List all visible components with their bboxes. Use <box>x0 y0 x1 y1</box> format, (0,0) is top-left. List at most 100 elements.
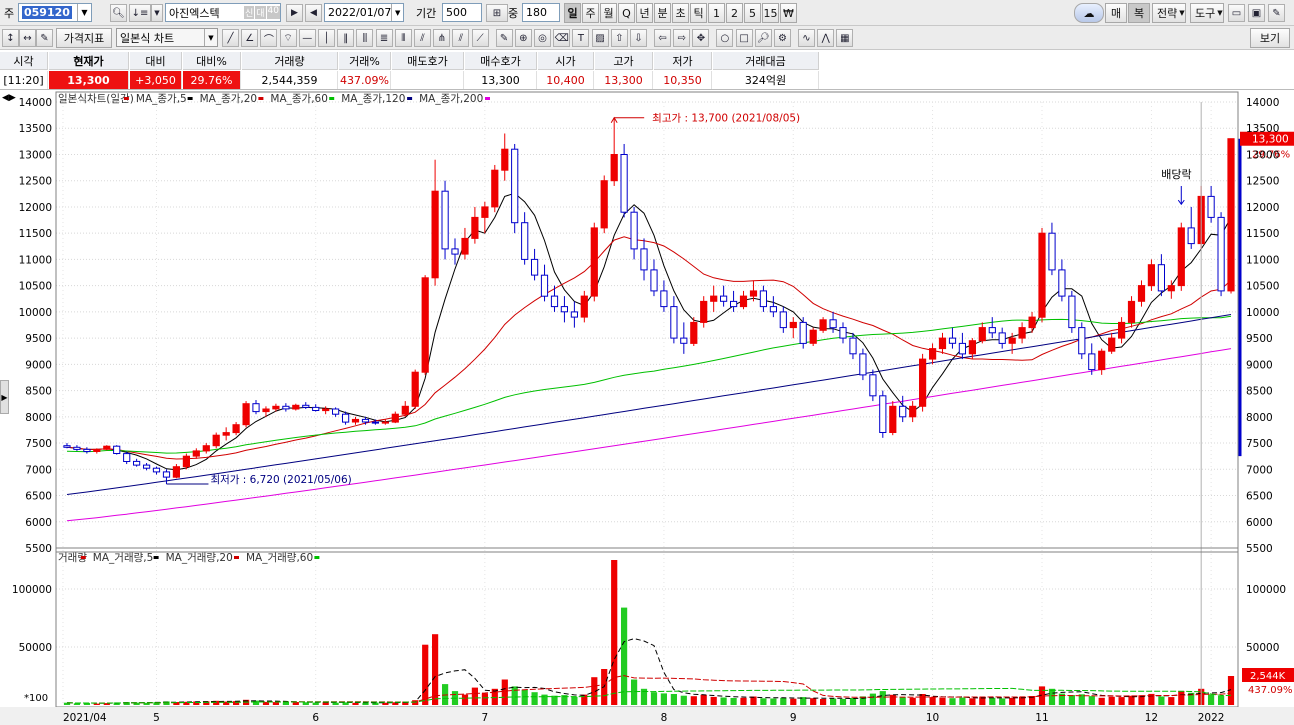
period-button-2[interactable]: 월 <box>600 3 617 23</box>
play-icon[interactable]: ▶ <box>286 4 303 22</box>
arrow-left-right-icon[interactable]: ↔ <box>19 29 36 47</box>
view-button[interactable]: 보기 <box>1250 28 1290 48</box>
pencil-icon[interactable]: ✎ <box>495 29 513 47</box>
candle-body <box>501 148 509 171</box>
buy-button[interactable]: 매 <box>1105 3 1127 23</box>
side-panel-toggle[interactable]: ▶ <box>0 380 9 414</box>
period-button-12[interactable]: ₩ <box>780 3 797 23</box>
chevron-down-icon[interactable]: ▼ <box>77 4 91 21</box>
period-button-11[interactable]: 15 <box>762 3 779 23</box>
magnify-icon[interactable]: 🔎︎ <box>754 29 772 47</box>
arrow-right-icon[interactable]: ⇨ <box>673 29 691 47</box>
price-chart[interactable]: 최고가 : 13,700 (2021/08/05) 최저가 : 6,720 (20… <box>0 90 1294 725</box>
candle-body <box>123 453 131 463</box>
period-button-7[interactable]: 틱 <box>690 3 707 23</box>
gann-fan-icon[interactable]: ⟋ <box>471 29 489 47</box>
arc-icon[interactable]: ⌒ <box>260 29 278 47</box>
cycle-icon[interactable]: ◎ <box>534 29 551 47</box>
date-field[interactable]: 2022/01/07 ▼ <box>324 3 404 22</box>
drawing-toolbar: ↕ ↔ ✎ 가격지표 일본식 차트 ▼ ╱ ∠ ⌒ ⌔ — │ ‖ ⫼ ≣ ⦀ ⫽ ⋔ ⫽ ⟋ ✎ ⊕ ◎ ⌫ T ▨… <box>0 26 1294 50</box>
last-volume-pct: 437.09% <box>1248 685 1293 696</box>
parallel-lines-icon[interactable]: ‖ <box>337 29 355 47</box>
save-icon[interactable]: ▣ <box>1248 4 1265 22</box>
period-button-1[interactable]: 주 <box>582 3 599 23</box>
wave-icon[interactable]: ∿ <box>798 29 815 47</box>
chevron-down-icon[interactable]: ▼ <box>151 4 163 22</box>
candle-body <box>630 211 638 250</box>
horizontal-line-icon[interactable]: — <box>298 29 316 47</box>
arrow-up-down-icon[interactable]: ↕ <box>2 29 19 47</box>
strategy-menu[interactable]: 전략 ▼ <box>1152 3 1186 23</box>
price-indicator-button[interactable]: 가격지표 <box>56 28 112 48</box>
badge-credit: 신 <box>243 6 255 19</box>
arrow-down-icon[interactable]: ⇩ <box>630 29 647 47</box>
volume-bar <box>1158 696 1165 705</box>
gear-icon[interactable]: ⚙ <box>774 29 791 47</box>
object-move-icon[interactable]: ✥ <box>692 29 710 47</box>
candle-body <box>580 295 588 318</box>
dual-button[interactable]: 복 <box>1128 3 1150 23</box>
zoom-in-icon[interactable]: ⊕ <box>514 29 532 47</box>
candle-body <box>610 154 618 182</box>
channel-icon[interactable]: ⫽ <box>414 29 431 47</box>
fibonacci-lines-icon[interactable]: ⫼ <box>356 29 374 47</box>
circle-icon[interactable]: ○ <box>716 29 734 47</box>
cloud-icon[interactable]: ☁ <box>1074 3 1104 23</box>
line-icon[interactable]: ╱ <box>222 29 239 47</box>
search-icon[interactable]: 🔍︎ <box>110 4 127 22</box>
price-legend-item: MA_종가,5 <box>136 93 187 105</box>
period-lines-icon[interactable]: ⦀ <box>394 29 412 47</box>
volume-bar <box>869 693 876 705</box>
fill-icon[interactable]: ▨ <box>591 29 609 47</box>
edit-icon[interactable]: ✎ <box>36 29 53 47</box>
stock-name-field[interactable]: 아진엑스텍 신 대 40 <box>165 3 281 22</box>
volume-bar <box>302 702 309 705</box>
sort-icon[interactable]: ↓≡ <box>129 4 151 22</box>
candle-body <box>342 413 350 423</box>
eraser-icon[interactable]: ⌫ <box>553 29 571 47</box>
folder-icon[interactable]: ▭ <box>1228 4 1245 22</box>
wrench-icon[interactable]: ✎ <box>1268 4 1285 22</box>
stock-code-field[interactable]: 059120 ▼ <box>18 3 92 22</box>
volume-tick-left: 50000 <box>19 642 52 654</box>
period-input[interactable]: 500 <box>442 3 482 22</box>
volume-bar <box>73 703 80 705</box>
candle-body <box>730 300 738 308</box>
volume-bar <box>471 687 478 705</box>
candle-body <box>1078 327 1086 355</box>
volume-bar <box>621 607 628 705</box>
period-button-5[interactable]: 분 <box>654 3 671 23</box>
calendar-dropdown-icon[interactable]: ▼ <box>391 4 403 21</box>
chart-image-icon[interactable]: ▦ <box>836 29 854 47</box>
period-button-3[interactable]: Q <box>618 3 635 23</box>
vertical-line-icon[interactable]: │ <box>318 29 335 47</box>
period-button-0[interactable]: 일 <box>564 3 581 23</box>
chart-type-select[interactable]: 일본식 차트 ▼ <box>116 28 218 47</box>
quote-header-5: 거래% <box>339 52 391 70</box>
candle-body <box>83 448 91 452</box>
fan-icon[interactable]: ⌔ <box>279 29 297 47</box>
period-button-4[interactable]: 년 <box>636 3 653 23</box>
count-input[interactable]: 180 <box>522 3 560 22</box>
tools-menu[interactable]: 도구 ▼ <box>1190 3 1224 23</box>
candle-body <box>133 460 141 466</box>
period-button-8[interactable]: 1 <box>708 3 725 23</box>
candle-body <box>461 237 469 255</box>
period-button-10[interactable]: 5 <box>744 3 761 23</box>
angle-line-icon[interactable]: ∠ <box>241 29 259 47</box>
period-button-9[interactable]: 2 <box>726 3 743 23</box>
rewind-icon[interactable]: ◀ <box>305 4 322 22</box>
text-icon[interactable]: T <box>572 29 590 47</box>
period-button-6[interactable]: 초 <box>672 3 689 23</box>
rectangle-icon[interactable]: □ <box>735 29 753 47</box>
grid-lines-icon[interactable]: ≣ <box>375 29 393 47</box>
grid-icon[interactable]: ⊞ <box>486 4 508 22</box>
stock-name: 아진엑스텍 <box>169 6 220 20</box>
zigzag-icon[interactable]: ⋀ <box>817 29 835 47</box>
trend-channel-icon[interactable]: ⫽ <box>452 29 470 47</box>
arrow-up-icon[interactable]: ⇧ <box>610 29 628 47</box>
arrow-left-icon[interactable]: ⇦ <box>654 29 671 47</box>
quote-header-0: 시각 <box>0 52 48 70</box>
candle-body <box>998 332 1006 344</box>
pitchfork-icon[interactable]: ⋔ <box>433 29 451 47</box>
